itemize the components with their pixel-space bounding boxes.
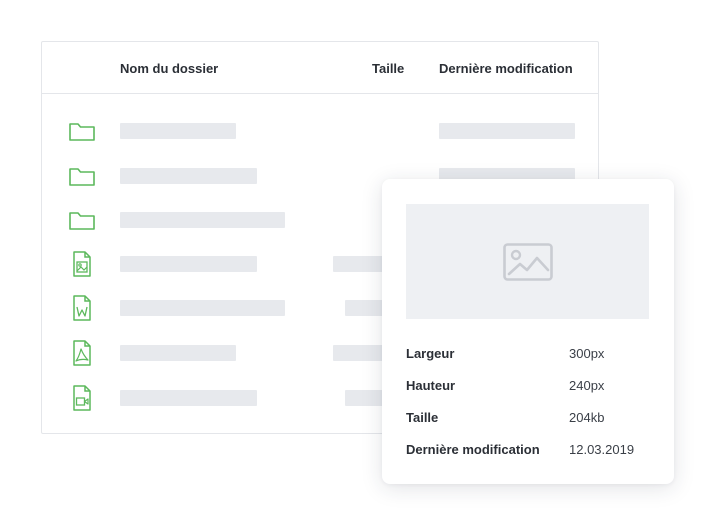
detail-width: Largeur 300px: [406, 346, 656, 366]
detail-value: 12.03.2019: [569, 442, 635, 457]
detail-label: Hauteur: [406, 378, 456, 393]
word-file-icon: [68, 295, 96, 321]
image-placeholder-icon: [502, 242, 553, 281]
name-placeholder: [120, 256, 257, 272]
name-placeholder: [120, 212, 285, 228]
name-placeholder: [120, 168, 257, 184]
file-preview-card: Largeur 300px Hauteur 240px Taille 204kb…: [382, 179, 674, 484]
name-placeholder: [120, 345, 236, 361]
folder-icon: [68, 119, 96, 143]
detail-value: 204kb: [569, 410, 605, 425]
detail-size: Taille 204kb: [406, 410, 656, 430]
table-row[interactable]: [42, 119, 598, 143]
detail-label: Largeur: [406, 346, 455, 361]
date-placeholder: [439, 123, 575, 139]
size-placeholder: [345, 300, 383, 316]
detail-value: 240px: [569, 378, 605, 393]
pdf-file-icon: [68, 340, 96, 366]
detail-label: Taille: [406, 410, 439, 425]
folder-icon: [68, 164, 96, 188]
table-header: Nom du dossier Taille Dernière modificat…: [42, 42, 598, 94]
column-header-name[interactable]: Nom du dossier: [120, 61, 218, 76]
name-placeholder: [120, 300, 285, 316]
column-header-modified[interactable]: Dernière modification: [439, 61, 573, 76]
folder-icon: [68, 208, 96, 232]
detail-label: Dernière modification: [406, 442, 540, 457]
preview-image: [406, 204, 649, 319]
detail-height: Hauteur 240px: [406, 378, 656, 398]
column-header-size[interactable]: Taille: [372, 61, 404, 76]
file-browser-illustration: Nom du dossier Taille Dernière modificat…: [0, 0, 715, 525]
name-placeholder: [120, 390, 257, 406]
size-placeholder: [333, 345, 383, 361]
image-file-icon: [68, 251, 96, 277]
name-placeholder: [120, 123, 236, 139]
detail-modified: Dernière modification 12.03.2019: [406, 442, 656, 462]
size-placeholder: [333, 256, 383, 272]
detail-value: 300px: [569, 346, 605, 361]
video-file-icon: [68, 385, 96, 411]
size-placeholder: [345, 390, 383, 406]
